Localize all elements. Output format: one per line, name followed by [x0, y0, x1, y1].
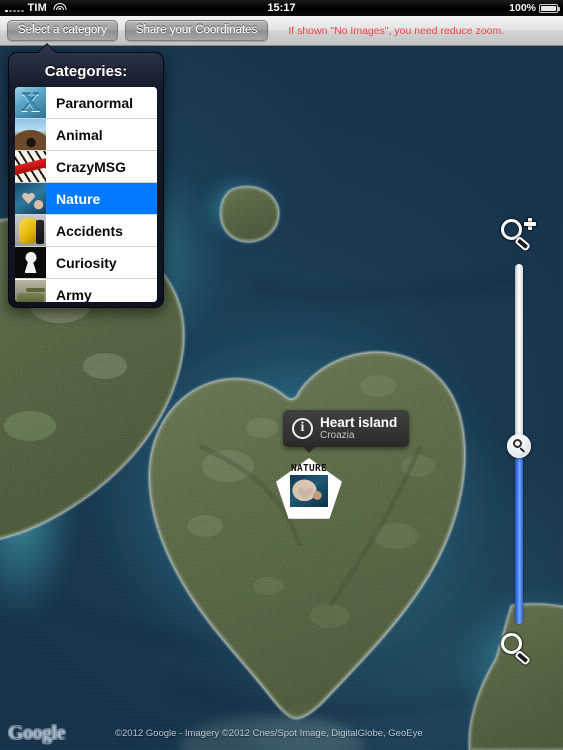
category-label: Paranormal	[56, 94, 134, 111]
popover-arrow	[37, 44, 57, 54]
zoom-controls	[498, 166, 546, 686]
categories-popover: Categories: Paranormal Animal CrazyMSG N…	[8, 44, 164, 308]
popover-title: Categories:	[44, 63, 128, 80]
curiosity-thumb-icon	[15, 247, 46, 278]
slider-thumb-magnifier-icon[interactable]	[507, 434, 531, 458]
army-thumb-icon	[15, 279, 46, 302]
clock-label: 15:17	[267, 2, 296, 14]
callout-title: Heart island	[320, 415, 398, 430]
category-row-nature[interactable]: Nature	[15, 183, 157, 215]
callout-subtitle: Croazia	[320, 430, 355, 442]
category-label: Accidents	[56, 222, 123, 239]
category-row-army[interactable]: Army	[15, 279, 157, 302]
battery-percent-label: 100%	[509, 2, 536, 14]
accidents-thumb-icon	[15, 215, 46, 246]
category-label: Nature	[56, 190, 101, 207]
select-category-button[interactable]: Select a category	[7, 20, 118, 41]
category-label: CrazyMSG	[56, 158, 127, 175]
category-label: Animal	[56, 126, 103, 143]
status-bar-right: 100%	[509, 0, 560, 16]
map-callout[interactable]: i Heart island Croazia	[283, 410, 410, 454]
paranormal-thumb-icon	[15, 87, 46, 118]
share-coordinates-button[interactable]: Share your Coordinates	[124, 20, 269, 41]
category-label: Curiosity	[56, 254, 117, 271]
category-row-accidents[interactable]: Accidents	[15, 215, 157, 247]
category-list[interactable]: Paranormal Animal CrazyMSG Nature Accide…	[15, 87, 157, 302]
info-icon: i	[292, 417, 313, 439]
callout-text-group: Heart island Croazia	[320, 415, 397, 441]
category-label: Army	[56, 287, 92, 302]
magnifier-plus-icon[interactable]	[500, 218, 540, 252]
crazymsg-thumb-icon	[15, 151, 46, 182]
category-row-animal[interactable]: Animal	[15, 119, 157, 151]
nature-thumb-icon	[15, 183, 46, 214]
magnifier-minus-icon[interactable]	[500, 632, 540, 666]
category-row-paranormal[interactable]: Paranormal	[15, 87, 157, 119]
animal-thumb-icon	[15, 119, 46, 150]
slider-track-upper[interactable]	[515, 264, 523, 454]
app-screen: TIM 15:17 100% Select a category Share y…	[0, 0, 563, 750]
category-row-crazymsg[interactable]: CrazyMSG	[15, 151, 157, 183]
toolbar: Select a category Share your Coordinates…	[0, 16, 563, 46]
status-bar: TIM 15:17 100%	[0, 0, 563, 16]
slider-track-lower[interactable]	[515, 452, 523, 624]
nature-map-pin[interactable]: NATURE	[276, 458, 342, 522]
battery-icon	[539, 3, 560, 13]
zoom-slider[interactable]	[507, 264, 531, 624]
toolbar-hint-text: If shown "No Images", you need reduce zo…	[288, 24, 505, 37]
heart-shape-icon	[296, 483, 309, 495]
pin-label: NATURE	[290, 463, 328, 474]
category-row-curiosity[interactable]: Curiosity	[15, 247, 157, 279]
